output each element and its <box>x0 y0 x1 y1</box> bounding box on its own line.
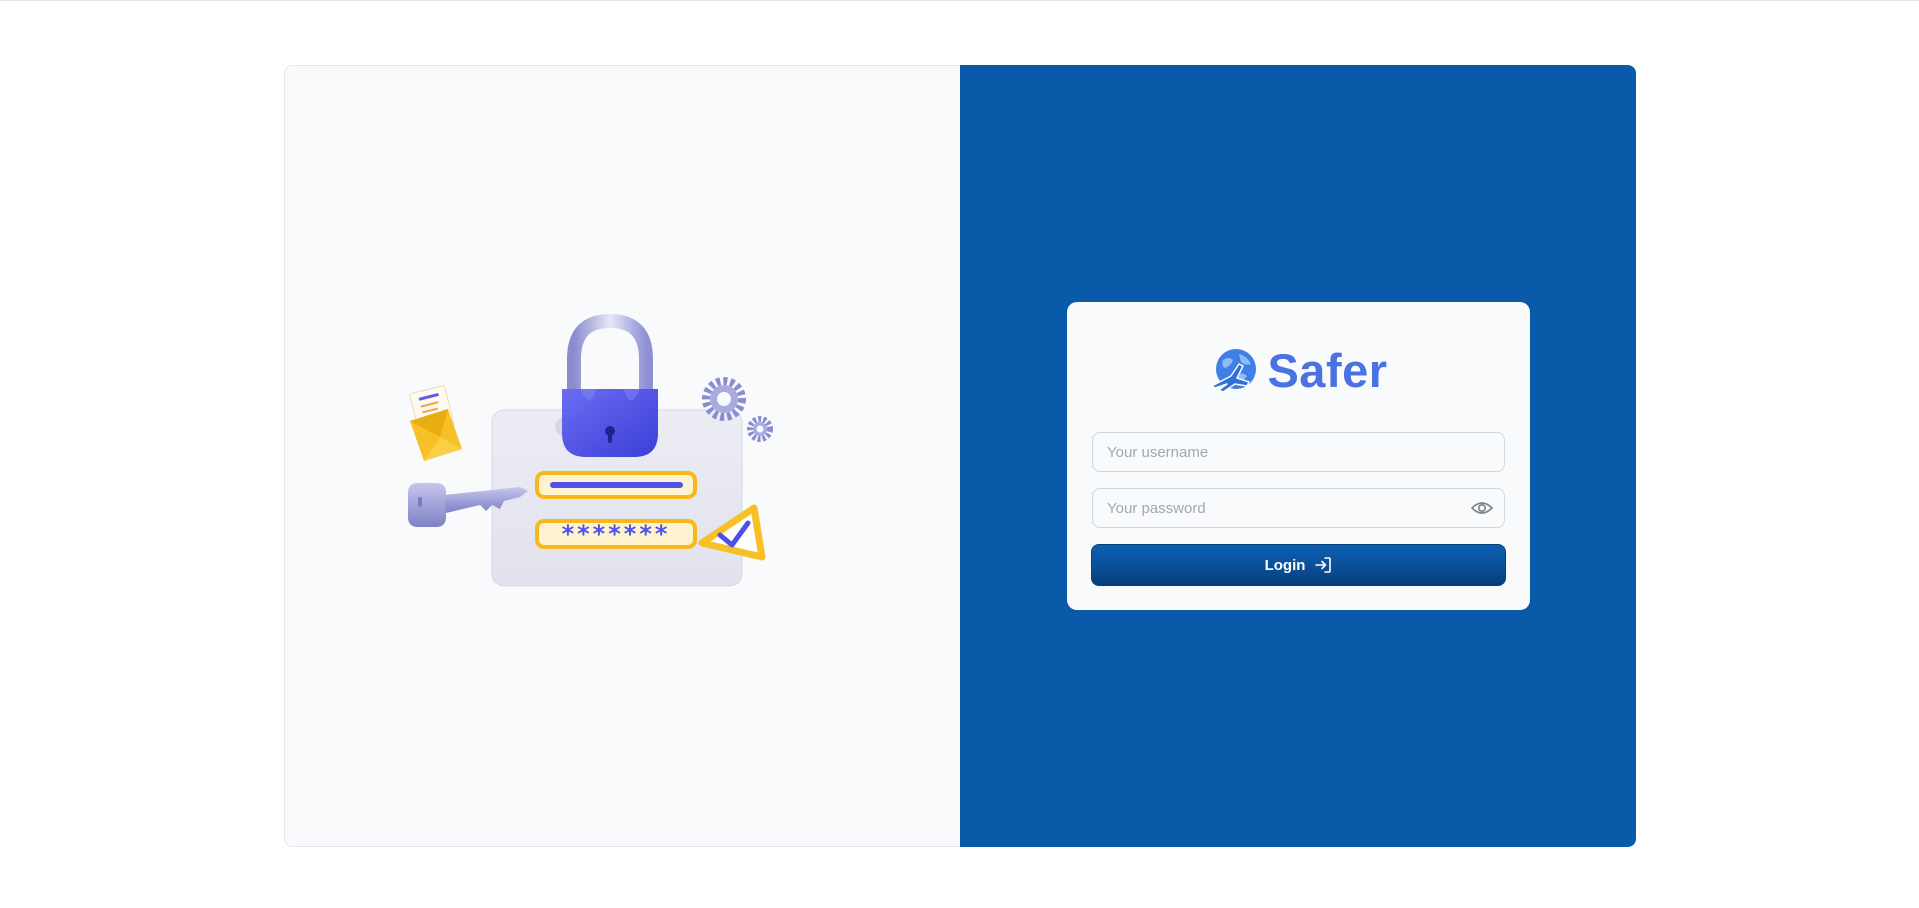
login-button[interactable]: Login <box>1091 544 1506 586</box>
username-field-wrapper <box>1092 432 1505 472</box>
brand: Safer <box>1067 345 1530 397</box>
envelope-icon <box>409 385 462 461</box>
login-container: ******* Safer Your username Login <box>284 65 1636 847</box>
log-in-icon <box>1315 557 1332 573</box>
brand-name: Safer <box>1267 344 1388 397</box>
eye-icon[interactable] <box>1470 498 1494 518</box>
top-divider <box>0 0 1919 1</box>
password-field-graphic: ******* <box>535 519 697 549</box>
login-card: Safer Login <box>1067 302 1530 610</box>
illustration-panel: ******* <box>284 65 960 847</box>
padlock-icon <box>562 313 658 457</box>
globe-airplane-icon <box>1211 349 1257 393</box>
login-button-label: Login <box>1264 556 1306 574</box>
password-input[interactable] <box>1093 489 1504 527</box>
username-input[interactable] <box>1093 433 1504 471</box>
masked-password-text: ******* <box>562 520 671 548</box>
security-illustration: ******* <box>408 313 773 587</box>
login-panel: Safer Login <box>960 65 1636 847</box>
password-field-wrapper <box>1092 488 1505 528</box>
username-field-graphic <box>535 471 697 499</box>
